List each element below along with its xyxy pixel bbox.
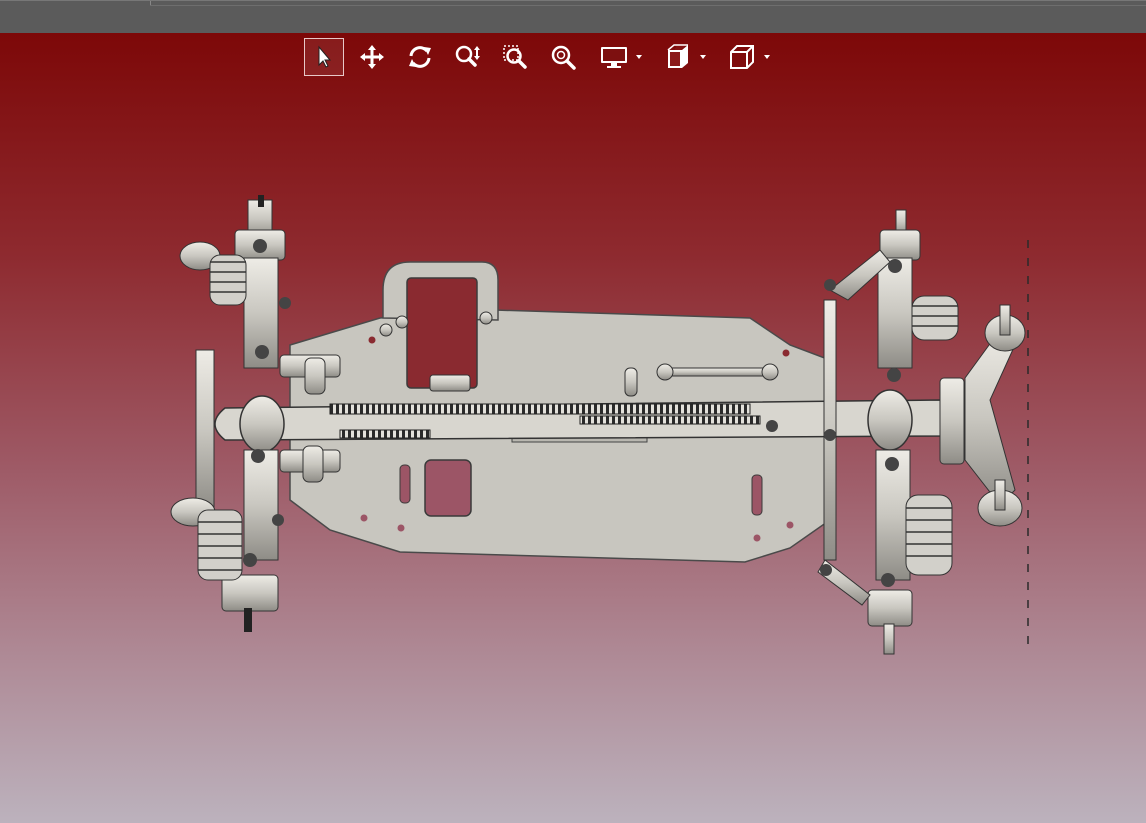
rear-shock-spring-bottom [197,509,243,581]
front-shock-spring-bottom [905,494,953,576]
rc-car-chassis-model[interactable] [0,33,1146,823]
front-shock-spring-top [911,295,959,341]
title-bar [0,0,1146,33]
rear-shock-spring-top [209,254,247,306]
title-bar-line [150,5,1146,6]
3d-viewport[interactable] [0,33,1146,823]
